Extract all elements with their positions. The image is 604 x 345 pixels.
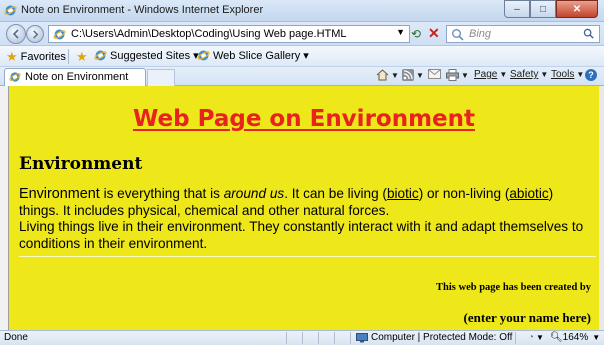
emphasis-text: around us xyxy=(223,186,285,201)
minimize-button[interactable]: – xyxy=(504,0,530,18)
divider xyxy=(515,332,516,344)
credit-text: This web page has been created by xyxy=(436,282,591,293)
divider xyxy=(286,332,287,344)
page-menu[interactable]: Page ▼ xyxy=(474,69,507,80)
search-icon xyxy=(452,29,464,41)
favorites-item-label: Web Slice Gallery ▾ xyxy=(213,50,309,62)
environment-paragraph: Environment is everything that is around… xyxy=(19,186,594,252)
page-content[interactable]: Web Page on Environment Environment Envi… xyxy=(8,86,599,330)
paragraph-text: . It can be living ( xyxy=(284,186,387,201)
forward-arrow-icon xyxy=(32,29,38,39)
favorites-bar: ★ Favorites ★ Suggested Sites ▾ Web Slic… xyxy=(0,46,604,67)
divider xyxy=(68,49,69,64)
home-button[interactable]: ▼ xyxy=(376,69,399,81)
maximize-button[interactable]: □ xyxy=(530,0,556,18)
status-text: Done xyxy=(4,332,28,343)
internet-explorer-icon xyxy=(4,5,17,16)
biotic-text: biotic xyxy=(386,186,419,201)
status-bar: Done Computer | Protected Mode: Off ◔ ▼ 🔍︎… xyxy=(0,330,604,345)
home-icon xyxy=(376,69,389,81)
divider xyxy=(302,332,303,344)
paragraph-text: ) or non-living ( xyxy=(418,186,510,201)
new-tab-button[interactable] xyxy=(147,69,175,86)
safety-menu-label: Safety xyxy=(510,69,539,80)
navigation-bar: C:\Users\Admin\Desktop\Coding\Using Web … xyxy=(0,22,604,46)
back-arrow-icon xyxy=(12,29,19,39)
address-field[interactable]: C:\Users\Admin\Desktop\Coding\Using Web … xyxy=(48,25,410,43)
tab-bar: Note on Environment ▼ ▼ ▼ Page ▼ Safety ▼ … xyxy=(0,67,604,86)
address-url: C:\Users\Admin\Desktop\Coding\Using Web … xyxy=(71,28,347,40)
favorites-item-web-slice-gallery[interactable]: Web Slice Gallery ▾ xyxy=(197,49,309,62)
paragraph-text: is everything that is xyxy=(99,186,224,201)
author-name: (enter your name here) xyxy=(463,310,591,325)
internet-explorer-icon xyxy=(197,50,210,61)
horizontal-rule xyxy=(19,256,596,257)
internet-explorer-icon xyxy=(53,29,66,40)
computer-icon xyxy=(356,332,368,342)
zone-text: Computer | Protected Mode: Off xyxy=(371,332,513,343)
divider xyxy=(318,332,319,344)
close-button[interactable]: ✕ xyxy=(556,0,598,18)
feeds-button[interactable]: ▼ xyxy=(402,69,424,81)
tab-note-on-environment[interactable]: Note on Environment xyxy=(4,68,146,86)
search-input[interactable]: Bing xyxy=(446,25,600,43)
printer-icon xyxy=(446,69,459,81)
star-icon: ★ xyxy=(6,49,18,64)
divider xyxy=(334,332,335,344)
internet-explorer-icon xyxy=(94,50,107,61)
favorites-label: Favorites xyxy=(20,51,66,63)
help-button[interactable]: ? xyxy=(585,69,597,81)
term-environment: Environment xyxy=(19,186,100,202)
protected-mode-icon: ◔ xyxy=(528,332,535,343)
zoom-level: 164% xyxy=(562,332,589,343)
feed-icon xyxy=(402,69,414,81)
abiotic-text: abiotic xyxy=(509,186,549,201)
window-title: Note on Environment - Windows Internet E… xyxy=(21,4,264,16)
search-go-icon[interactable] xyxy=(583,28,595,40)
help-icon: ? xyxy=(585,69,597,81)
tab-label: Note on Environment xyxy=(25,71,129,83)
section-heading: Environment xyxy=(19,154,143,174)
divider xyxy=(350,332,351,344)
zoom-icon: 🔍︎ xyxy=(549,332,563,343)
favorites-item-label: Suggested Sites ▾ xyxy=(110,50,199,62)
chevron-down-icon[interactable]: ▼ xyxy=(396,27,405,37)
page-menu-label: Page xyxy=(474,69,498,80)
tools-menu[interactable]: Tools ▼ xyxy=(551,69,584,80)
favorites-button[interactable]: ★ Favorites xyxy=(6,49,66,65)
search-placeholder: Bing xyxy=(469,28,492,40)
mail-icon xyxy=(428,69,441,79)
title-bar: Note on Environment - Windows Internet E… xyxy=(0,0,604,22)
back-button[interactable] xyxy=(6,24,26,44)
print-button[interactable]: ▼ xyxy=(446,69,469,81)
tools-menu-label: Tools xyxy=(551,69,575,80)
read-mail-button[interactable] xyxy=(428,69,441,79)
add-favorite-button[interactable]: ★ xyxy=(76,49,91,65)
favorites-item-suggested-sites[interactable]: Suggested Sites ▾ xyxy=(94,49,199,62)
page-left-gutter xyxy=(0,86,8,330)
internet-explorer-icon xyxy=(9,72,21,82)
page-scrollbar[interactable] xyxy=(599,86,604,330)
refresh-icon[interactable]: ⟲ xyxy=(411,27,421,41)
add-to-favorites-icon: ★ xyxy=(76,49,88,64)
stop-icon[interactable]: ✕ xyxy=(428,25,440,42)
security-zone[interactable]: Computer | Protected Mode: Off xyxy=(356,332,512,343)
forward-button[interactable] xyxy=(26,25,44,43)
page-heading-text: Web Page on Environment xyxy=(132,106,476,132)
zoom-button[interactable]: ◔ ▼ 🔍︎164% ▼ xyxy=(528,332,600,343)
safety-menu[interactable]: Safety ▼ xyxy=(510,69,548,80)
paragraph-line-2: Living things live in their environment.… xyxy=(19,219,584,251)
page-heading: Web Page on Environment xyxy=(9,106,599,132)
